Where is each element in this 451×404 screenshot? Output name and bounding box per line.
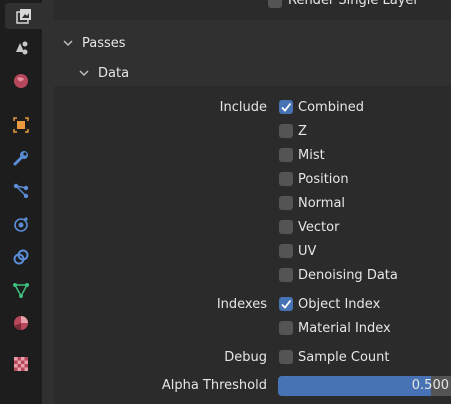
alpha-threshold-value: 0.500 [411,378,449,393]
include-row-denoising-data: Denoising Data [0,264,451,288]
z-label: Z [298,124,307,139]
check-icon [281,299,292,309]
material-index-checkbox[interactable] [279,321,293,335]
alpha-threshold-slider[interactable]: 0.500 [278,376,451,396]
denoising-data-label: Denoising Data [298,268,398,283]
object-index-checkbox[interactable] [279,297,293,311]
view-layer-icon [15,9,31,24]
uv-checkbox[interactable] [279,244,293,258]
debug-label: Debug [224,350,267,365]
scene-icon [16,41,28,55]
material-index-label: Material Index [298,321,391,336]
render-single-layer-label: Render Single Layer [288,0,419,8]
sample-count-label: Sample Count [298,350,390,365]
include-row-normal: Normal [0,192,451,216]
include-row-z: Z [0,120,451,144]
indexes-row-material-index: Material Index [0,317,451,341]
vector-checkbox[interactable] [279,220,293,234]
include-row-uv: UV [0,240,451,264]
include-row-combined: Include Combined [0,96,451,120]
include-label: Include [219,100,267,115]
alpha-threshold-fill [278,376,431,396]
alpha-threshold-label: Alpha Threshold [161,378,267,393]
chevron-down-icon [79,70,89,77]
include-row-vector: Vector [0,216,451,240]
combined-label: Combined [298,100,365,115]
position-label: Position [298,172,349,187]
denoising-data-checkbox[interactable] [279,268,293,282]
world-icon [14,74,28,88]
tab-world[interactable] [8,68,34,94]
tab-scene[interactable] [8,35,34,61]
mist-label: Mist [298,148,325,163]
passes-title: Passes [82,35,126,51]
passes-panel-header[interactable]: Passes [62,29,126,57]
indexes-row-object-index: Indexes Object Index [0,293,451,317]
include-row-mist: Mist [0,144,451,168]
position-checkbox[interactable] [279,172,293,186]
object-index-label: Object Index [298,297,381,312]
include-row-position: Position [0,168,451,192]
render-single-layer-row: Render Single Layer [54,0,451,20]
normal-checkbox[interactable] [279,196,293,210]
indexes-label: Indexes [216,297,267,312]
check-icon [281,102,292,112]
data-subpanel-header[interactable]: Data [78,59,129,87]
data-title: Data [98,65,130,81]
vector-label: Vector [298,220,340,235]
render-single-layer-checkbox[interactable] [268,0,282,8]
z-checkbox[interactable] [279,124,293,138]
tab-view-layer[interactable] [5,3,42,29]
sample-count-checkbox[interactable] [279,350,293,364]
combined-checkbox[interactable] [279,100,293,114]
chevron-down-icon [63,40,73,47]
mist-checkbox[interactable] [279,148,293,162]
uv-label: UV [298,244,317,259]
debug-row-sample-count: Debug Sample Count [0,346,451,370]
normal-label: Normal [298,196,346,211]
